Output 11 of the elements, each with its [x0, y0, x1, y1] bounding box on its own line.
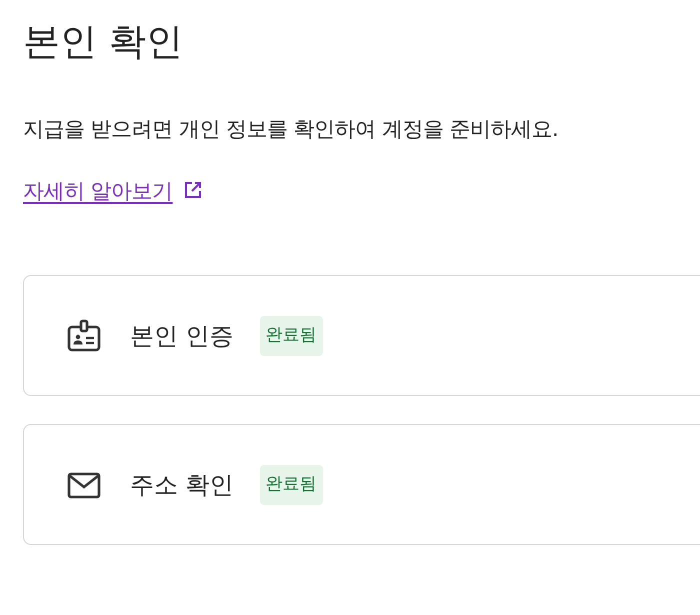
description-text: 지급을 받으려면 개인 정보를 확인하여 계정을 준비하세요. — [23, 116, 560, 144]
step-label: 본인 인증 — [130, 320, 234, 352]
status-tag: 완료됨 — [260, 316, 323, 356]
external-link-icon — [182, 180, 203, 200]
step-card[interactable]: 주소 확인 완료됨 — [23, 424, 700, 546]
status-tag: 완료됨 — [260, 465, 323, 505]
page-title: 본인 확인 — [23, 20, 184, 64]
learn-more-link[interactable]: 자세히 알아보기 — [23, 178, 173, 203]
id-card-icon — [66, 318, 102, 354]
step-label: 주소 확인 — [130, 470, 234, 501]
step-card[interactable]: 본인 인증 완료됨 — [23, 275, 700, 396]
